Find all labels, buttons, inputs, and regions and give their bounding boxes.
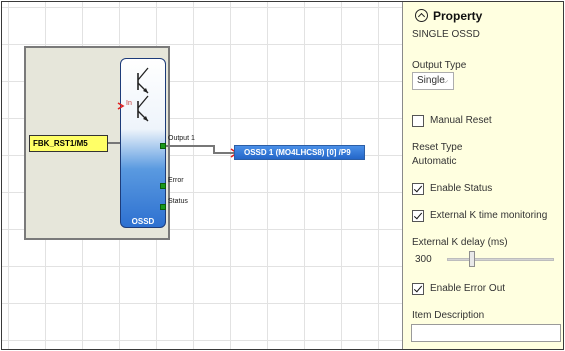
input-arrow-icon [117, 102, 125, 110]
external-k-label: External K time monitoring [430, 210, 548, 221]
reset-type-label: Reset Type [412, 142, 463, 153]
app-frame: OSSD In Output 1 Error Status FBK_RST1/M… [1, 1, 564, 350]
chevron-up-icon[interactable] [415, 9, 428, 22]
enable-error-out-label: Enable Error Out [430, 283, 506, 294]
item-description-label: Item Description [412, 310, 485, 321]
manual-reset-checkbox[interactable] [412, 115, 424, 127]
reset-type-value: Automatic [412, 156, 457, 167]
wire-output1 [166, 145, 234, 154]
output-block[interactable]: OSSD 1 (MO4LHCS8) [0] /P9 [234, 145, 365, 160]
external-k-delay-slider[interactable] [447, 258, 554, 261]
slider-thumb[interactable] [469, 251, 475, 267]
output-type-label: Output Type [412, 60, 467, 71]
enable-status-checkbox[interactable] [412, 183, 424, 195]
output-type-select[interactable]: Single ⌵ [412, 72, 454, 90]
property-panel: Property SINGLE OSSD Output Type Single … [403, 2, 563, 349]
external-k-checkbox[interactable] [412, 210, 424, 222]
item-description-input[interactable] [411, 324, 561, 342]
enable-error-out-checkbox[interactable] [412, 283, 424, 295]
external-k-delay-value: 300 [415, 254, 432, 265]
input-block[interactable]: FBK_RST1/M5 [29, 135, 108, 152]
design-canvas[interactable]: OSSD In Output 1 Error Status FBK_RST1/M… [2, 2, 403, 349]
external-k-delay-label: External K delay (ms) [412, 237, 508, 248]
wires [108, 102, 239, 158]
panel-title: Property [433, 9, 483, 23]
chevron-down-icon: ⌵ [442, 78, 448, 85]
manual-reset-label: Manual Reset [430, 115, 492, 126]
output-type-value: Single [417, 75, 445, 86]
block-type: SINGLE OSSD [412, 29, 480, 40]
enable-status-label: Enable Status [430, 183, 493, 194]
